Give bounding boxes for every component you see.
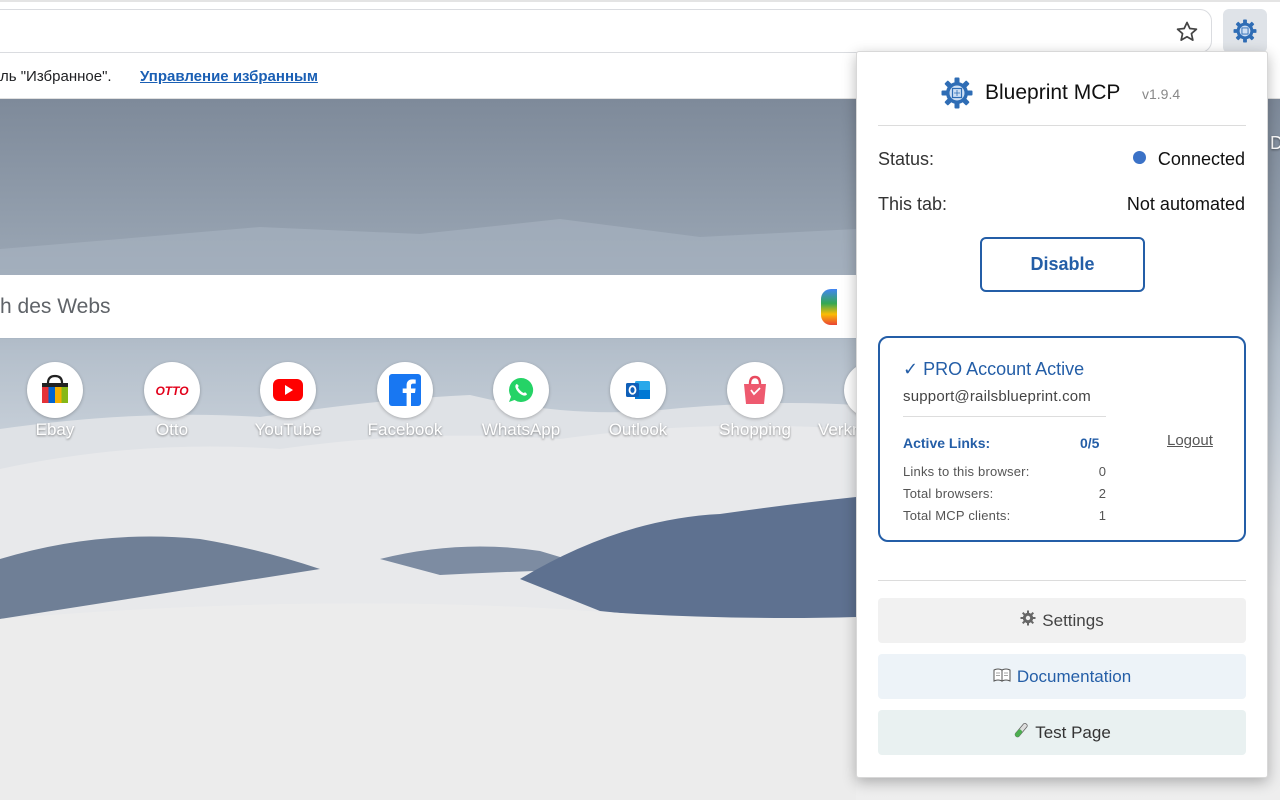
- tab-value: Not automated: [1126, 194, 1245, 214]
- ebay-shopping-bag-icon: [42, 374, 68, 403]
- logout-link[interactable]: Logout: [1167, 432, 1213, 449]
- shortcut-icon-tile: [27, 362, 83, 418]
- tab-label: This tab:: [878, 194, 948, 214]
- stat-label: Total MCP clients:: [903, 508, 1011, 523]
- shortcut-icon-tile: [493, 362, 549, 418]
- shortcut-icon-tile: [260, 362, 316, 418]
- gear-icon: [1020, 610, 1036, 631]
- active-links-label: Active Links:: [903, 435, 991, 451]
- card-divider: [903, 416, 1106, 417]
- shortcut-ebay[interactable]: Ebay: [0, 362, 110, 452]
- shortcut-otto[interactable]: OTTO Otto: [117, 362, 227, 452]
- shopping-bag-icon: [744, 375, 766, 404]
- browser-toolbar: [0, 0, 1280, 56]
- popup-header: Blueprint MCP v1.9.4: [857, 76, 1269, 112]
- test-page-label: Test Page: [1035, 722, 1111, 742]
- status-label: Status:: [878, 149, 935, 169]
- partial-shortcut-icon: [844, 362, 856, 418]
- blueprint-gear-icon: [1233, 19, 1257, 43]
- stat-label: Total browsers:: [903, 486, 994, 501]
- version-label: v1.9.4: [1142, 86, 1181, 102]
- truncated-text: D: [1270, 133, 1280, 153]
- documentation-label: Documentation: [1016, 666, 1132, 686]
- infobar-message: ль "Избранное".: [0, 68, 112, 85]
- status-text: Connected: [1157, 149, 1245, 169]
- pro-account-title: ✓ PRO Account Active: [903, 359, 1085, 379]
- popup-title: Blueprint MCP: [985, 81, 1121, 104]
- footer-divider: [878, 580, 1246, 581]
- status-dot-icon: [1132, 151, 1146, 164]
- test-page-button[interactable]: Test Page: [878, 710, 1246, 755]
- test-tube-icon: [1013, 722, 1029, 743]
- stat-label: Links to this browser:: [903, 464, 1030, 479]
- address-bar[interactable]: [0, 9, 1212, 53]
- youtube-icon: [273, 379, 303, 401]
- stat-value: 0: [1098, 464, 1106, 479]
- disable-button[interactable]: Disable: [980, 237, 1145, 292]
- settings-label: Settings: [1042, 610, 1104, 630]
- bookmark-star-icon[interactable]: [1174, 19, 1200, 45]
- account-email: support@railsblueprint.com: [903, 388, 1092, 405]
- shortcut-verkn[interactable]: Verkn: [790, 362, 856, 452]
- active-links-count: 0/5: [1080, 435, 1100, 451]
- shortcut-label: Verkn: [818, 420, 856, 439]
- search-placeholder: h des Webs: [0, 295, 111, 318]
- search-assistant-logo-icon[interactable]: [821, 289, 837, 325]
- shortcut-youtube[interactable]: YouTube: [233, 362, 343, 452]
- settings-button[interactable]: Settings: [878, 598, 1246, 643]
- shortcut-icon-tile: OTTO: [144, 362, 200, 418]
- shortcut-facebook[interactable]: Facebook: [350, 362, 460, 452]
- book-icon: [993, 667, 1011, 687]
- manage-favorites-link[interactable]: Управление избранным: [140, 68, 318, 85]
- facebook-icon: [389, 374, 421, 406]
- outlook-icon: [626, 381, 650, 399]
- shortcut-label: YouTube: [254, 420, 322, 439]
- shortcut-label: WhatsApp: [481, 420, 561, 439]
- blueprint-gear-logo-icon: [941, 77, 973, 109]
- svg-text:OTTO: OTTO: [155, 384, 189, 398]
- web-search-box[interactable]: h des Webs: [0, 275, 870, 338]
- shortcut-icon-tile: [377, 362, 433, 418]
- shortcut-label: Ebay: [35, 420, 75, 439]
- shortcut-label: Facebook: [367, 420, 443, 439]
- shortcut-icon-tile: [727, 362, 783, 418]
- shortcut-label: Otto: [155, 420, 189, 439]
- shortcut-icon-tile: [610, 362, 666, 418]
- shortcut-outlook[interactable]: Outlook: [583, 362, 693, 452]
- status-value: Connected: [1132, 149, 1245, 170]
- blueprint-extension-button[interactable]: [1223, 9, 1267, 53]
- shortcut-label: Outlook: [608, 420, 668, 439]
- stat-value: 2: [1098, 486, 1106, 501]
- shortcut-whatsapp[interactable]: WhatsApp: [466, 362, 576, 452]
- stat-value: 1: [1098, 508, 1106, 523]
- blueprint-mcp-popup: Blueprint MCP v1.9.4 Status: Connected T…: [856, 51, 1268, 778]
- header-divider: [878, 125, 1246, 126]
- pro-account-card: ✓ PRO Account Active support@railsbluepr…: [878, 336, 1246, 542]
- whatsapp-icon: [509, 377, 534, 402]
- otto-logo-icon: OTTO: [155, 384, 189, 398]
- documentation-button[interactable]: Documentation: [878, 654, 1246, 699]
